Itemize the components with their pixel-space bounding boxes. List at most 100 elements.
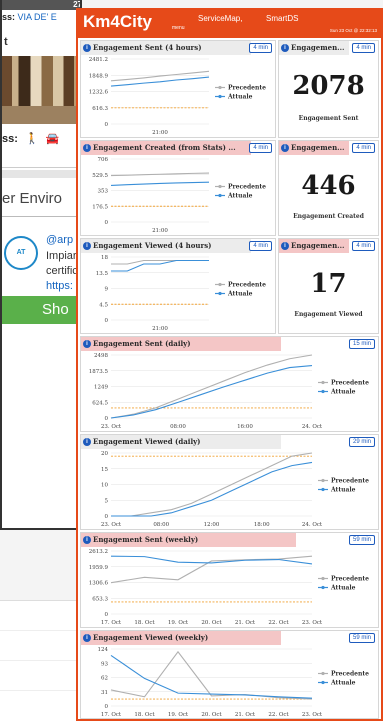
x-tick-label: 23. Oct (302, 620, 323, 626)
y-tick-label: 1306.6 (89, 581, 109, 587)
y-tick-label: 20 (101, 451, 108, 457)
widget-engagement-viewed-daily: i Engagement Viewed (daily) 29 min 20 15 1… (80, 434, 379, 530)
background-app-window: 27 ss: VIA DE' E t ss: 🚶 🚘 er Enviro AT … (0, 0, 82, 530)
line-chart: 2613.2 1959.9 1306.6 653.3 0 17. Oct 18. Oct 19… (89, 549, 369, 626)
widget-title: Engagemen... (291, 143, 345, 152)
series-line-precedente (110, 70, 210, 82)
dashboard-window: Km4City menu ServiceMap, SmartDS Sun 23 … (76, 8, 383, 721)
y-tick-label: 2613.2 (89, 549, 108, 555)
info-icon[interactable]: i (83, 536, 91, 544)
nav-servicemap[interactable]: ServiceMap, (198, 14, 242, 23)
legend-marker (218, 85, 222, 90)
legend-marker (218, 184, 222, 189)
x-tick-label: 18. Oct (134, 712, 155, 718)
x-tick-label: 23. Oct (302, 712, 323, 718)
x-tick-label: 23. Oct (101, 424, 122, 430)
info-icon[interactable]: i (83, 438, 91, 446)
x-tick-label: 17. Oct (101, 620, 122, 626)
info-icon[interactable]: i (83, 144, 91, 152)
refresh-badge[interactable]: 59 min (348, 535, 375, 545)
divider (2, 216, 80, 217)
widget-title: Engagemen... (291, 43, 345, 52)
y-tick-label: 9 (105, 287, 109, 293)
refresh-badge[interactable]: 59 min (348, 633, 375, 643)
widget-title: Engagement Sent (4 hours) (93, 43, 202, 52)
line-chart: 18 13.5 9 4.5 0 21:00 Precedente Attuale (96, 255, 266, 332)
info-icon[interactable]: i (83, 634, 91, 642)
y-tick-label: 18 (101, 255, 108, 261)
info-icon[interactable]: i (281, 44, 289, 52)
address-link[interactable]: VIA DE' E (18, 12, 57, 22)
refresh-badge[interactable]: 4 min (249, 143, 272, 153)
y-tick-label: 176.5 (92, 204, 108, 210)
widget-title: Engagement Sent (daily) (93, 339, 191, 348)
refresh-badge[interactable]: 4 min (352, 143, 375, 153)
brand-menu[interactable]: menu (172, 25, 185, 31)
x-tick-label: 19. Oct (168, 712, 189, 718)
walk-icon[interactable]: 🚶 (25, 133, 39, 145)
legend-marker (321, 671, 325, 676)
y-tick-label: 93 (101, 661, 108, 667)
x-tick-label: 21. Oct (235, 620, 256, 626)
legend-label: Precedente (331, 671, 369, 678)
access-label: ss: (2, 133, 18, 145)
access-row: ss: 🚶 🚘 (2, 132, 59, 145)
info-icon[interactable]: i (281, 242, 289, 250)
refresh-badge[interactable]: 4 min (352, 43, 375, 53)
legend-label: Attuale (330, 389, 356, 396)
x-tick-label: 18:00 (254, 522, 270, 528)
widget-engagement-viewed-4h: i Engagement Viewed (4 hours) 4 min 18 13… (80, 238, 276, 334)
legend-marker (218, 94, 222, 99)
refresh-badge[interactable]: 4 min (352, 241, 375, 251)
y-tick-label: 62 (101, 676, 108, 682)
legend-label: Attuale (330, 487, 356, 494)
x-tick-label: 08:00 (170, 424, 186, 430)
legend-marker (321, 478, 325, 483)
brand-logo[interactable]: Km4City (83, 12, 152, 32)
x-tick-label: 21. Oct (235, 712, 256, 718)
legend-marker (218, 282, 222, 287)
y-tick-label: 624.5 (92, 400, 108, 406)
widget-engagement-sent-weekly: i Engagement Sent (weekly) 59 min 2613.2… (80, 532, 379, 628)
legend-label: Precedente (228, 184, 266, 191)
info-icon[interactable]: i (281, 144, 289, 152)
close-icon[interactable]: t (4, 36, 8, 48)
legend-label: Precedente (228, 85, 266, 92)
widget-engagement-sent-stat: i Engagemen... 4 min 2078 Engagement Sen… (278, 40, 379, 138)
widget-title: Engagement Viewed (weekly) (93, 633, 209, 642)
legend-marker (321, 680, 325, 685)
social-handle[interactable]: @arp (46, 234, 73, 246)
legend-marker (321, 380, 325, 385)
legend-marker (321, 487, 325, 492)
nav-smartds[interactable]: SmartDS (266, 14, 298, 23)
info-icon[interactable]: i (83, 44, 91, 52)
legend-label: Attuale (227, 291, 253, 298)
x-tick-label: 20. Oct (201, 712, 222, 718)
post-link[interactable]: https: (46, 280, 73, 292)
info-icon[interactable]: i (83, 242, 91, 250)
widget-engagement-viewed-weekly: i Engagement Viewed (weekly) 59 min 124 9… (80, 630, 379, 719)
environment-heading: er Enviro (2, 190, 63, 207)
y-tick-label: 1959.9 (89, 565, 109, 571)
x-tick-label: 22. Oct (268, 712, 289, 718)
car-icon[interactable]: 🚘 (46, 133, 60, 145)
refresh-badge[interactable]: 15 min (348, 339, 375, 349)
refresh-badge[interactable]: 4 min (249, 241, 272, 251)
divider (2, 170, 80, 178)
x-tick-label: 19. Oct (168, 620, 189, 626)
x-tick-label: 12:00 (204, 522, 220, 528)
series-line-attuale (110, 181, 210, 186)
stat-label: Engagement Created (293, 213, 364, 220)
refresh-badge[interactable]: 4 min (249, 43, 272, 53)
arpat-logo: AT (4, 236, 38, 270)
show-button[interactable]: Sho (2, 296, 80, 324)
y-tick-label: 2481.2 (89, 57, 108, 63)
legend-label: Attuale (227, 94, 253, 101)
info-icon[interactable]: i (83, 340, 91, 348)
y-tick-label: 0 (105, 612, 109, 618)
y-tick-label: 1249 (94, 385, 108, 391)
refresh-badge[interactable]: 29 min (348, 437, 375, 447)
widget-title: Engagement Viewed (4 hours) (93, 241, 212, 250)
legend-marker (321, 576, 325, 581)
legend-label: Precedente (228, 282, 266, 289)
